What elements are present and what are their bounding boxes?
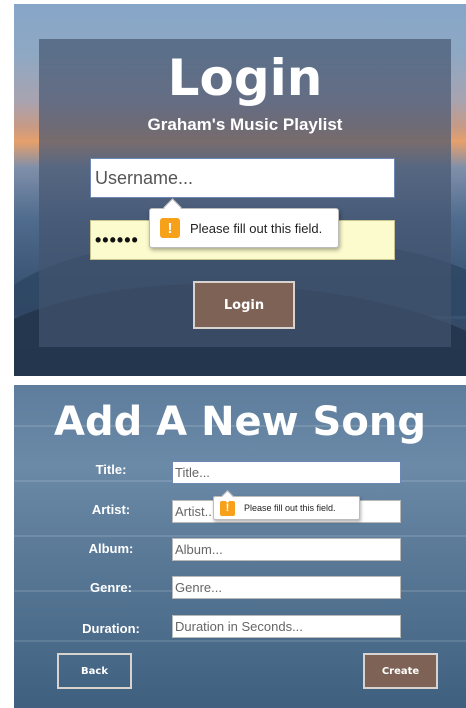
login-form: Login Graham's Music Playlist •••••• ! P…	[39, 39, 451, 347]
login-title: Login	[167, 49, 323, 107]
album-label: Album:	[88, 541, 134, 556]
artist-label: Artist:	[91, 502, 131, 517]
genre-input[interactable]	[172, 576, 401, 599]
title-label: Title:	[95, 462, 127, 477]
tooltip-text: Please fill out this field.	[190, 220, 323, 236]
duration-label: Duration:	[82, 621, 140, 636]
title-input[interactable]	[172, 461, 401, 484]
password-masked-value: ••••••	[95, 229, 139, 250]
validation-tooltip: ! Please fill out this field.	[149, 198, 339, 248]
create-button[interactable]: Create	[363, 653, 438, 689]
tooltip-arrow	[163, 198, 182, 217]
back-button[interactable]: Back	[57, 653, 132, 689]
background-wave	[14, 640, 466, 642]
login-screen: Login Graham's Music Playlist •••••• ! P…	[14, 4, 466, 376]
duration-input[interactable]	[172, 615, 401, 638]
warning-icon: !	[160, 218, 180, 238]
background-wave	[14, 535, 466, 537]
app-subtitle: Graham's Music Playlist	[147, 115, 343, 134]
album-input[interactable]	[172, 538, 401, 561]
login-button[interactable]: Login	[193, 281, 295, 329]
username-input[interactable]	[90, 158, 395, 198]
genre-label: Genre:	[90, 580, 132, 595]
validation-tooltip: ! Please fill out this field.	[213, 490, 360, 520]
tooltip-text: Please fill out this field.	[244, 503, 336, 513]
add-song-title: Add A New Song	[54, 399, 426, 445]
add-song-screen: Add A New Song Title: Artist: Album: Gen…	[14, 385, 466, 708]
